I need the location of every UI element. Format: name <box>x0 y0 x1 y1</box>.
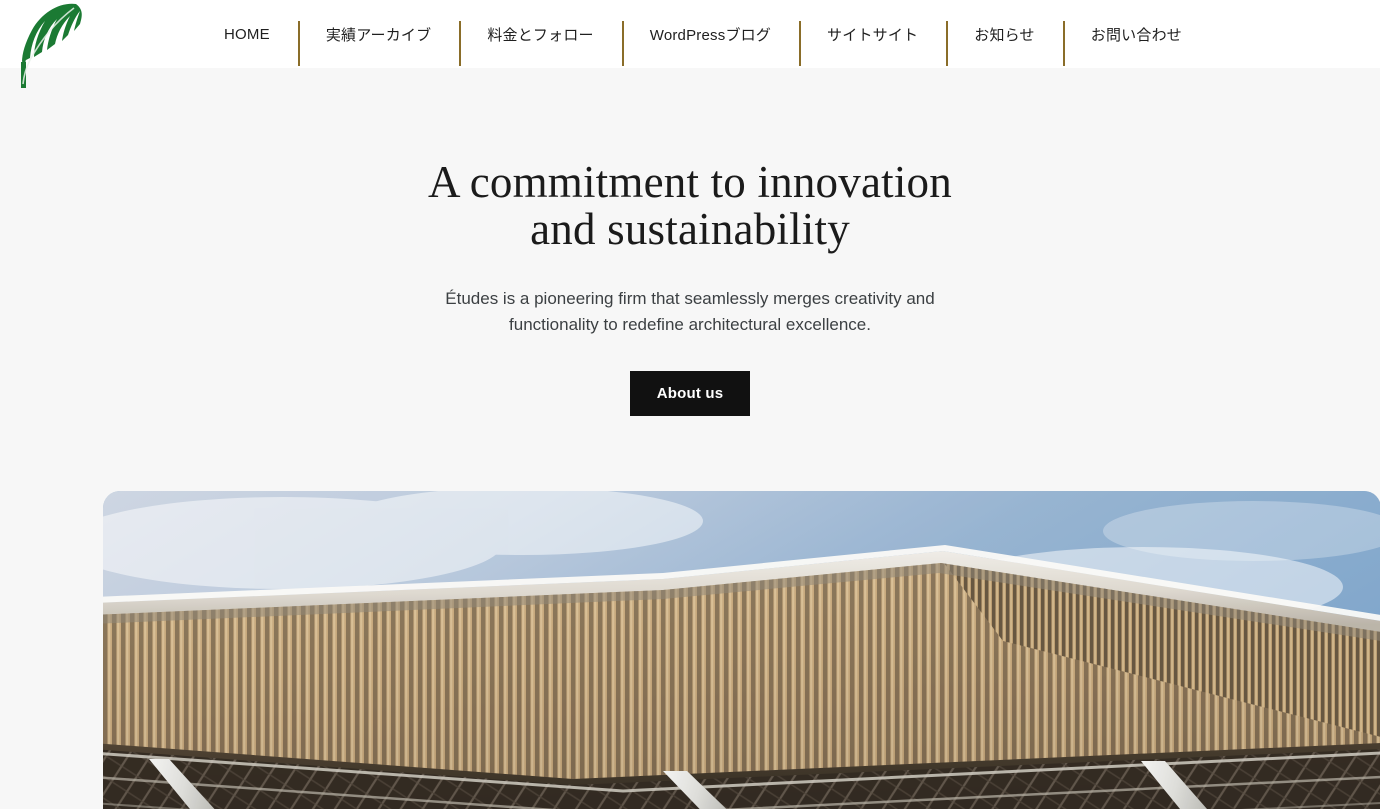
about-us-button[interactable]: About us <box>629 370 751 416</box>
nav-item-wordpress-blog[interactable]: WordPressブログ <box>621 0 799 68</box>
hero-subtitle: Études is a pioneering firm that seamles… <box>445 289 935 335</box>
page-title-line-1: A commitment to innovation <box>428 157 952 207</box>
nav-item-label: WordPressブログ <box>649 26 772 44</box>
nav-item-pricing-follow[interactable]: 料金とフォロー <box>459 0 621 68</box>
feather-leaf-icon <box>8 0 92 88</box>
hero-cta-container: About us <box>0 339 1380 416</box>
main-navigation[interactable]: HOME 実績アーカイブ 料金とフォロー WordPressブログ サイトサイト… <box>196 0 1210 68</box>
hero-section: A commitment to innovation and sustainab… <box>0 68 1380 416</box>
page-root: HOME 実績アーカイブ 料金とフォロー WordPressブログ サイトサイト… <box>0 0 1380 809</box>
nav-item-home[interactable]: HOME <box>196 0 298 68</box>
nav-item-label: サイトサイト <box>827 26 919 44</box>
nav-item-label: 実績アーカイブ <box>325 26 432 44</box>
nav-item-label: 料金とフォロー <box>487 26 594 44</box>
page-title: A commitment to innovation and sustainab… <box>0 68 1380 252</box>
architecture-photo <box>103 491 1380 809</box>
nav-item-label: お知らせ <box>974 26 1035 44</box>
nav-item-label: HOME <box>224 25 270 43</box>
site-header: HOME 実績アーカイブ 料金とフォロー WordPressブログ サイトサイト… <box>0 0 1380 88</box>
nav-item-news[interactable]: お知らせ <box>946 0 1063 68</box>
nav-item-contact[interactable]: お問い合わせ <box>1062 0 1210 68</box>
site-logo[interactable] <box>8 0 92 88</box>
page-title-line-2: and sustainability <box>530 204 850 254</box>
nav-item-works-archive[interactable]: 実績アーカイブ <box>297 0 460 68</box>
nav-item-label: お問い合わせ <box>1090 26 1182 44</box>
nav-item-site-site[interactable]: サイトサイト <box>799 0 946 68</box>
